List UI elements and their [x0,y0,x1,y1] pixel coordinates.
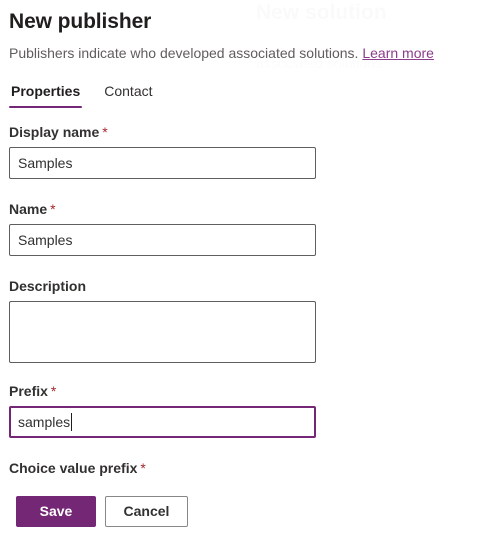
prefix-input-wrapper [9,406,316,438]
save-button[interactable]: Save [16,495,96,527]
prefix-label: Prefix * [9,381,491,401]
field-choice-value-prefix: Choice value prefix * [9,458,491,478]
description-label: Description [9,278,87,294]
display-name-label-text: Display name [9,124,100,140]
name-input[interactable] [9,224,316,256]
field-display-name: Display name * [9,122,491,179]
panel-header: New publisher Publishers indicate who de… [0,0,500,63]
description-textarea[interactable] [9,301,316,363]
tab-strip: Properties Contact [9,80,500,108]
learn-more-link[interactable]: Learn more [362,45,434,61]
name-required-asterisk: * [50,201,56,217]
field-prefix: Prefix * [9,381,491,438]
panel-subtitle-text: Publishers indicate who developed associ… [9,45,359,61]
display-name-input[interactable] [9,147,316,179]
new-publisher-panel: New publisher Publishers indicate who de… [0,0,500,534]
choice-value-prefix-label: Choice value prefix * [9,458,491,478]
display-name-label: Display name * [9,122,491,142]
panel-footer: Save Cancel [0,488,500,534]
tab-properties[interactable]: Properties [9,81,83,108]
tab-contact[interactable]: Contact [102,81,154,108]
cancel-button[interactable]: Cancel [105,495,188,527]
display-name-required-asterisk: * [102,124,108,140]
prefix-label-text: Prefix [9,383,48,399]
field-name: Name * [9,199,491,256]
choice-value-prefix-label-text: Choice value prefix [9,460,138,476]
prefix-input[interactable] [9,406,316,438]
name-label-text: Name [9,201,48,217]
prefix-required-asterisk: * [50,383,57,399]
choice-value-prefix-required-asterisk: * [140,460,146,476]
field-description: Description [9,276,491,363]
name-label: Name * [9,199,491,219]
text-caret [71,413,72,431]
page-title: New publisher [9,10,152,33]
panel-subtitle: Publishers indicate who developed associ… [9,43,486,63]
publisher-form: Display name* Name* Description Prefix* [0,122,500,478]
